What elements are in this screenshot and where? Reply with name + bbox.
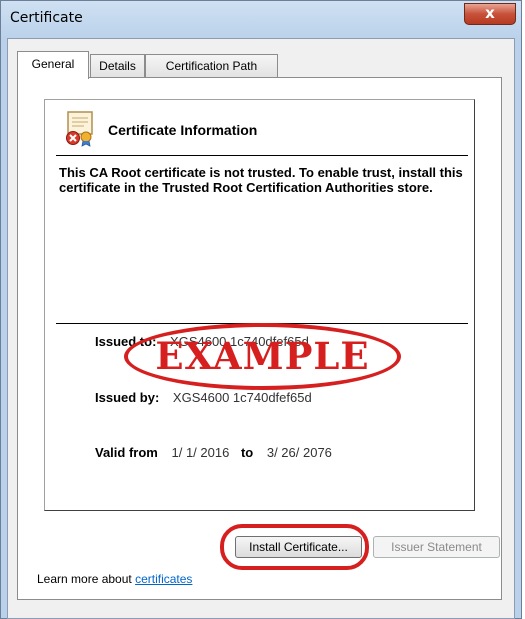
- tab-certification-path[interactable]: Certification Path: [145, 54, 278, 77]
- valid-from-value: 1/ 1/ 2016: [171, 445, 230, 460]
- install-certificate-button[interactable]: Install Certificate...: [235, 536, 362, 558]
- valid-to-value: 3/ 26/ 2076: [266, 445, 332, 460]
- close-button[interactable]: x: [464, 3, 516, 25]
- issuer-statement-button[interactable]: Issuer Statement: [373, 536, 500, 558]
- heading-divider: [56, 155, 468, 156]
- tab-general[interactable]: General: [17, 51, 89, 79]
- issued-by-value: XGS4600 1c740dfef65d: [172, 390, 312, 405]
- valid-from-label: Valid from: [95, 445, 158, 460]
- learn-more-text: Learn more about certificates: [37, 572, 192, 586]
- issued-by-row: Issued by: XGS4600 1c740dfef65d: [95, 390, 312, 405]
- learn-more-prefix: Learn more about: [37, 572, 136, 586]
- validity-row: Valid from 1/ 1/ 2016 to 3/ 26/ 2076: [95, 445, 332, 460]
- trust-description: This CA Root certificate is not trusted.…: [59, 165, 463, 195]
- tab-details[interactable]: Details: [90, 54, 145, 77]
- close-icon: x: [485, 4, 495, 22]
- valid-to-label: to: [240, 445, 254, 460]
- issued-by-label: Issued by:: [95, 390, 160, 405]
- certificate-untrusted-icon: [66, 111, 93, 147]
- window-title: Certificate: [10, 10, 83, 26]
- certificate-info-heading: Certificate Information: [108, 122, 258, 138]
- example-stamp: EXAMPLE: [124, 323, 401, 390]
- certificates-link[interactable]: certificates: [135, 572, 192, 586]
